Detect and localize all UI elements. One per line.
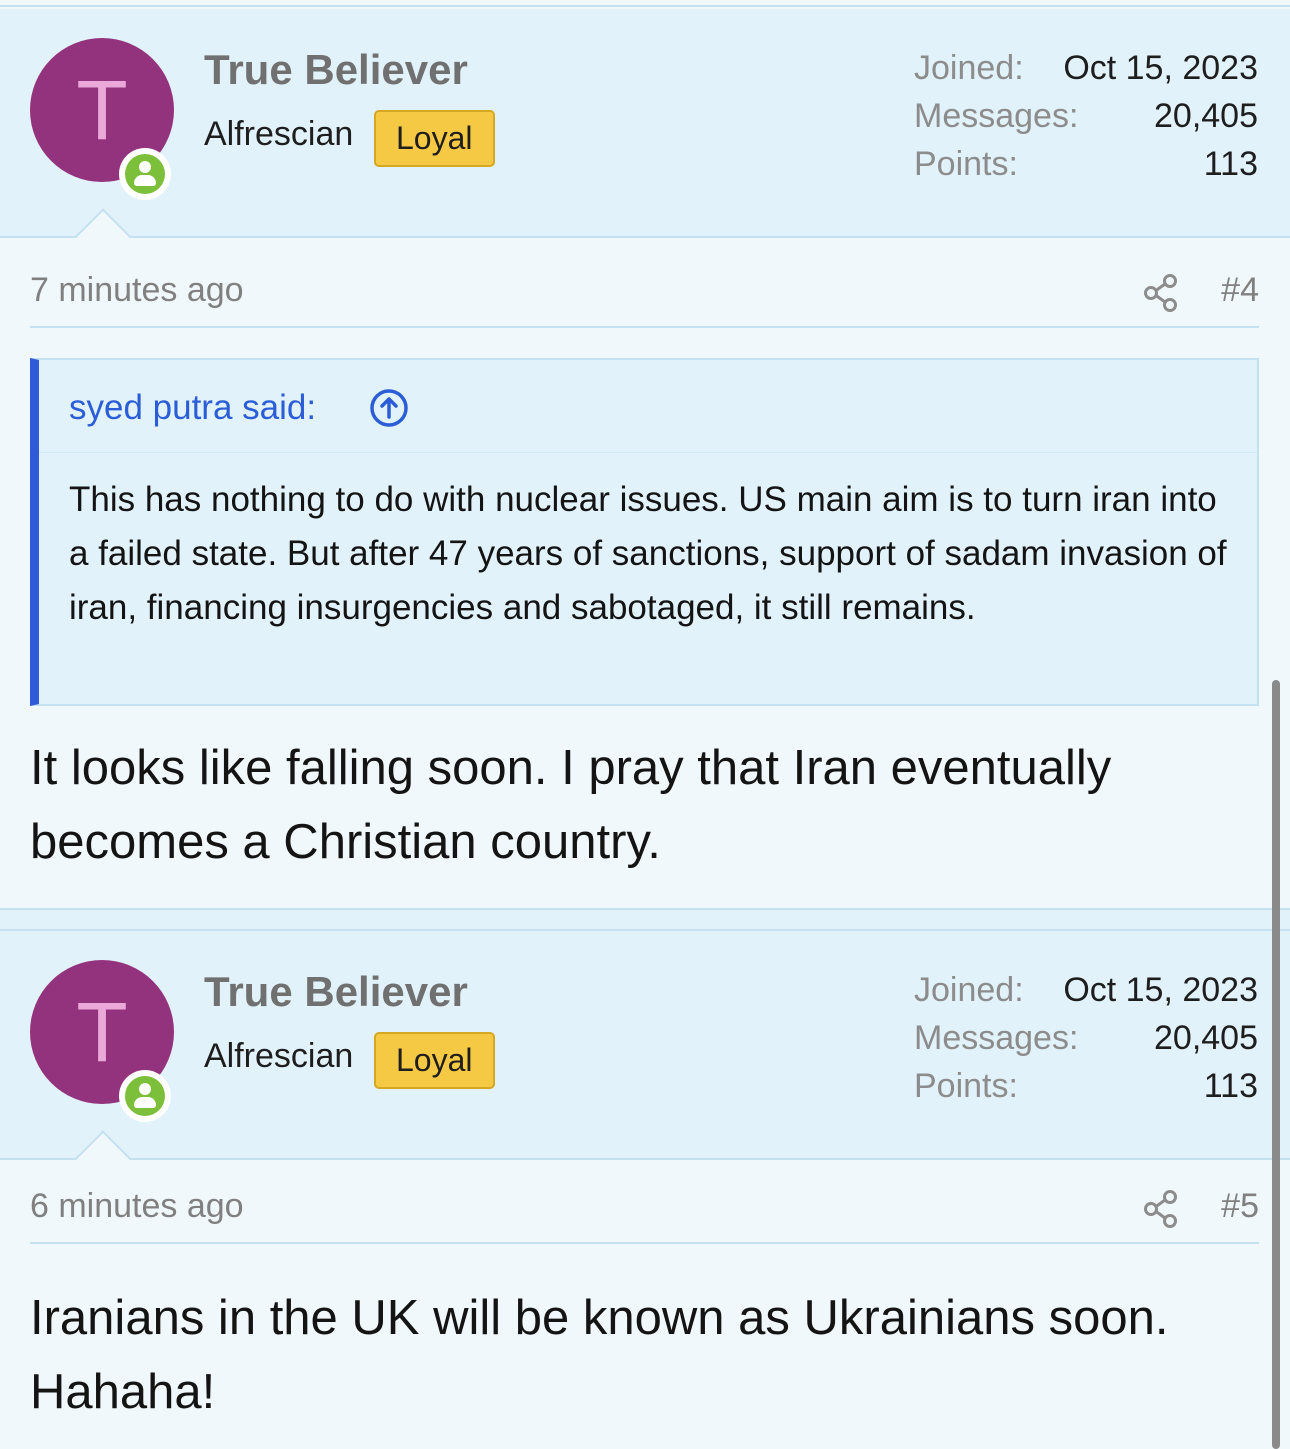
post-message: Iranians in the UK will be known as Ukra… xyxy=(30,1291,1169,1419)
stat-value: Oct 15, 2023 xyxy=(1063,49,1258,87)
user-online-icon xyxy=(119,148,171,200)
stat-label: Points: xyxy=(914,1067,1018,1105)
stat-joined: Joined: Oct 15, 2023 xyxy=(914,49,1258,97)
post-meta-bar: 6 minutes ago #5 xyxy=(30,1180,1259,1244)
user-stats: Joined: Oct 15, 2023 Messages: 20,405 Po… xyxy=(914,49,1258,193)
stat-value[interactable]: 113 xyxy=(1204,145,1258,184)
quote-header: syed putra said: xyxy=(39,360,1257,453)
post-timestamp[interactable]: 7 minutes ago xyxy=(30,271,244,310)
post-separator xyxy=(0,908,1290,931)
post-user-header: T True Believer Alfrescian Loyal Joined:… xyxy=(0,931,1290,1160)
post-4: T True Believer Alfrescian Loyal Joined:… xyxy=(0,9,1290,908)
stat-label: Joined: xyxy=(914,49,1024,87)
user-banner-badge: Loyal xyxy=(374,1032,495,1089)
header-pointer xyxy=(74,1130,130,1160)
header-pointer xyxy=(74,208,130,238)
post-message: It looks like falling soon. I pray that … xyxy=(30,741,1112,869)
share-icon[interactable] xyxy=(1143,1189,1179,1229)
stat-messages: Messages: 20,405 xyxy=(914,97,1258,145)
stat-joined: Joined: Oct 15, 2023 xyxy=(914,971,1258,1019)
quote-text: This has nothing to do with nuclear issu… xyxy=(69,480,1227,627)
stat-label: Joined: xyxy=(914,971,1024,1009)
user-stats: Joined: Oct 15, 2023 Messages: 20,405 Po… xyxy=(914,971,1258,1115)
stat-points: Points: 113 xyxy=(914,1067,1258,1115)
share-icon[interactable] xyxy=(1143,273,1179,313)
post-5: T True Believer Alfrescian Loyal Joined:… xyxy=(0,931,1290,1449)
stat-value: Oct 15, 2023 xyxy=(1063,971,1258,1009)
quote-author-link[interactable]: syed putra said: xyxy=(69,388,316,428)
post-number-link[interactable]: #4 xyxy=(1221,271,1259,310)
post-meta-bar: 7 minutes ago #4 xyxy=(30,264,1259,328)
stat-label: Points: xyxy=(914,145,1018,183)
username-link[interactable]: True Believer xyxy=(204,968,468,1016)
user-title: Alfrescian xyxy=(204,1037,354,1075)
quote-block: syed putra said: This has nothing to do … xyxy=(30,358,1259,706)
post-timestamp[interactable]: 6 minutes ago xyxy=(30,1187,244,1226)
stat-label: Messages: xyxy=(914,97,1079,135)
stat-label: Messages: xyxy=(914,1019,1079,1057)
stat-messages: Messages: 20,405 xyxy=(914,1019,1258,1067)
post-user-header: T True Believer Alfrescian Loyal Joined:… xyxy=(0,9,1290,238)
stat-points: Points: 113 xyxy=(914,145,1258,193)
scrollbar[interactable] xyxy=(1272,680,1280,1449)
top-divider xyxy=(0,0,1290,7)
username-link[interactable]: True Believer xyxy=(204,46,468,94)
arrow-up-circle-icon[interactable] xyxy=(369,388,409,428)
user-banner-badge: Loyal xyxy=(374,110,495,167)
stat-value[interactable]: 20,405 xyxy=(1154,97,1258,136)
stat-value[interactable]: 20,405 xyxy=(1154,1019,1258,1058)
user-title: Alfrescian xyxy=(204,115,354,153)
user-online-icon xyxy=(119,1070,171,1122)
stat-value[interactable]: 113 xyxy=(1204,1067,1258,1106)
post-number-link[interactable]: #5 xyxy=(1221,1187,1259,1226)
